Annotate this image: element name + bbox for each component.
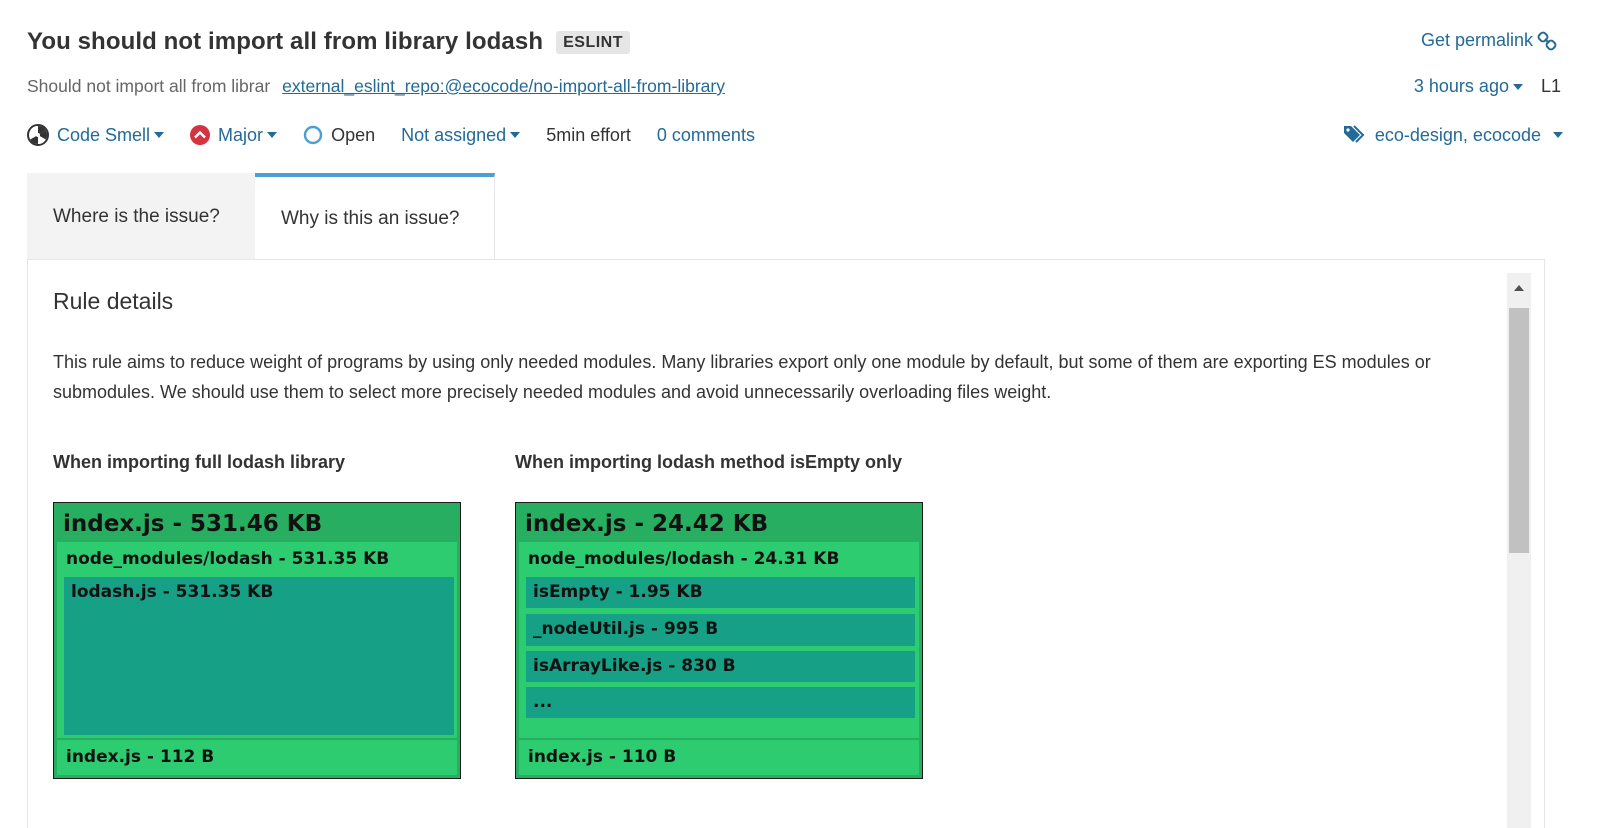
comments-link[interactable]: 0 comments: [657, 125, 755, 146]
chevron-down-icon: [510, 132, 521, 138]
issue-title: You should not import all from library l…: [27, 28, 544, 55]
treemap-root-label: index.js - 531.46 KB: [63, 511, 323, 537]
scrollbar-thumb[interactable]: [1509, 308, 1529, 553]
issue-title-row: You should not import all from library l…: [27, 28, 630, 56]
issue-location: 3 hours ago L1: [1414, 76, 1561, 97]
code-smell-icon: [27, 124, 49, 146]
tab-why-is-this-an-issue[interactable]: Why is this an issue?: [255, 173, 495, 260]
status-label: Open: [331, 124, 376, 145]
get-permalink-link[interactable]: Get permalink: [1421, 30, 1557, 51]
assignee-dropdown[interactable]: Not assigned: [401, 124, 521, 146]
rule-details-panel: Rule details This rule aims to reduce we…: [27, 259, 1545, 828]
treemap-leaf: ...: [526, 687, 915, 718]
status-indicator: Open: [303, 125, 375, 146]
assignee-label: Not assigned: [401, 124, 507, 145]
permalink-label: Get permalink: [1420, 30, 1533, 50]
rule-row: Should not import all from librar extern…: [27, 76, 725, 97]
treemap-leaf: isEmpty - 1.95 KB: [526, 577, 915, 608]
comments-label: 0 comments: [656, 124, 755, 145]
rule-details-heading: Rule details: [53, 288, 174, 314]
treemap-leaf-label: lodash.js - 531.35 KB: [71, 582, 274, 602]
open-status-icon: [303, 125, 323, 145]
treemap-root-label: index.js - 24.42 KB: [525, 511, 769, 537]
treemap-leaf: _nodeUtil.js - 995 B: [526, 614, 915, 646]
creation-date-dropdown[interactable]: 3 hours ago: [1414, 76, 1523, 97]
tag-icon: [1343, 125, 1365, 143]
chevron-down-icon: [267, 132, 278, 138]
treemap-module: node_modules/lodash - 531.35 KB lodash.j…: [57, 542, 457, 738]
treemap-leaf: isArrayLike.js - 830 B: [526, 651, 915, 682]
treemap-leaf-label: ...: [533, 692, 553, 712]
issue-tabs: Where is the issue? Why is this an issue…: [27, 173, 495, 260]
issue-meta-bar: Code Smell Major Open Not assigned 5min …: [27, 124, 781, 146]
major-severity-icon: [190, 125, 211, 145]
engine-badge: ESLINT: [556, 30, 630, 54]
treemap-footer-label: index.js - 110 B: [528, 747, 677, 767]
creation-date: 3 hours ago: [1413, 76, 1509, 96]
figure-caption-method-import: When importing lodash method isEmpty onl…: [515, 452, 903, 472]
treemap-leaf-label: isArrayLike.js - 830 B: [533, 656, 736, 676]
issue-line: L1: [1540, 76, 1561, 96]
chevron-down-icon: [1553, 132, 1563, 138]
rule-key-link[interactable]: external_eslint_repo:@ecocode/no-import-…: [282, 76, 725, 97]
treemap-method-import: index.js - 24.42 KB node_modules/lodash …: [515, 502, 923, 779]
link-icon: [1537, 31, 1557, 50]
scroll-up-arrow-icon[interactable]: [1514, 285, 1524, 291]
tags-label: eco-design, ecocode: [1374, 124, 1541, 145]
type-dropdown[interactable]: Code Smell: [27, 124, 165, 146]
tags-dropdown[interactable]: eco-design, ecocode: [1343, 124, 1563, 146]
treemap-footer-label: index.js - 112 B: [66, 747, 215, 767]
treemap-leaf-label: _nodeUtil.js - 995 B: [533, 619, 719, 639]
treemap-module: node_modules/lodash - 24.31 KB isEmpty -…: [519, 542, 919, 738]
figure-caption-full-import: When importing full lodash library: [53, 452, 346, 472]
treemap-leaf-label: isEmpty - 1.95 KB: [533, 582, 703, 602]
effort: 5min effort: [546, 125, 631, 146]
treemap-module-label: node_modules/lodash - 24.31 KB: [528, 549, 840, 569]
tab-where-is-the-issue[interactable]: Where is the issue?: [27, 173, 255, 260]
treemap-footer: index.js - 110 B: [519, 740, 919, 775]
treemap-module-label: node_modules/lodash - 531.35 KB: [66, 549, 390, 569]
treemap-footer: index.js - 112 B: [57, 740, 457, 775]
type-label: Code Smell: [57, 124, 151, 145]
treemap-leaf: lodash.js - 531.35 KB: [64, 577, 454, 735]
vertical-scrollbar[interactable]: [1507, 273, 1531, 828]
severity-label: Major: [218, 124, 264, 145]
rule-description: This rule aims to reduce weight of progr…: [53, 352, 1431, 402]
chevron-down-icon: [1512, 83, 1523, 90]
effort-label: 5min effort: [546, 124, 631, 145]
chevron-down-icon: [154, 132, 165, 138]
treemap-full-import: index.js - 531.46 KB node_modules/lodash…: [53, 502, 461, 779]
severity-dropdown[interactable]: Major: [190, 124, 278, 146]
rule-name: Should not import all from librar: [27, 76, 271, 96]
